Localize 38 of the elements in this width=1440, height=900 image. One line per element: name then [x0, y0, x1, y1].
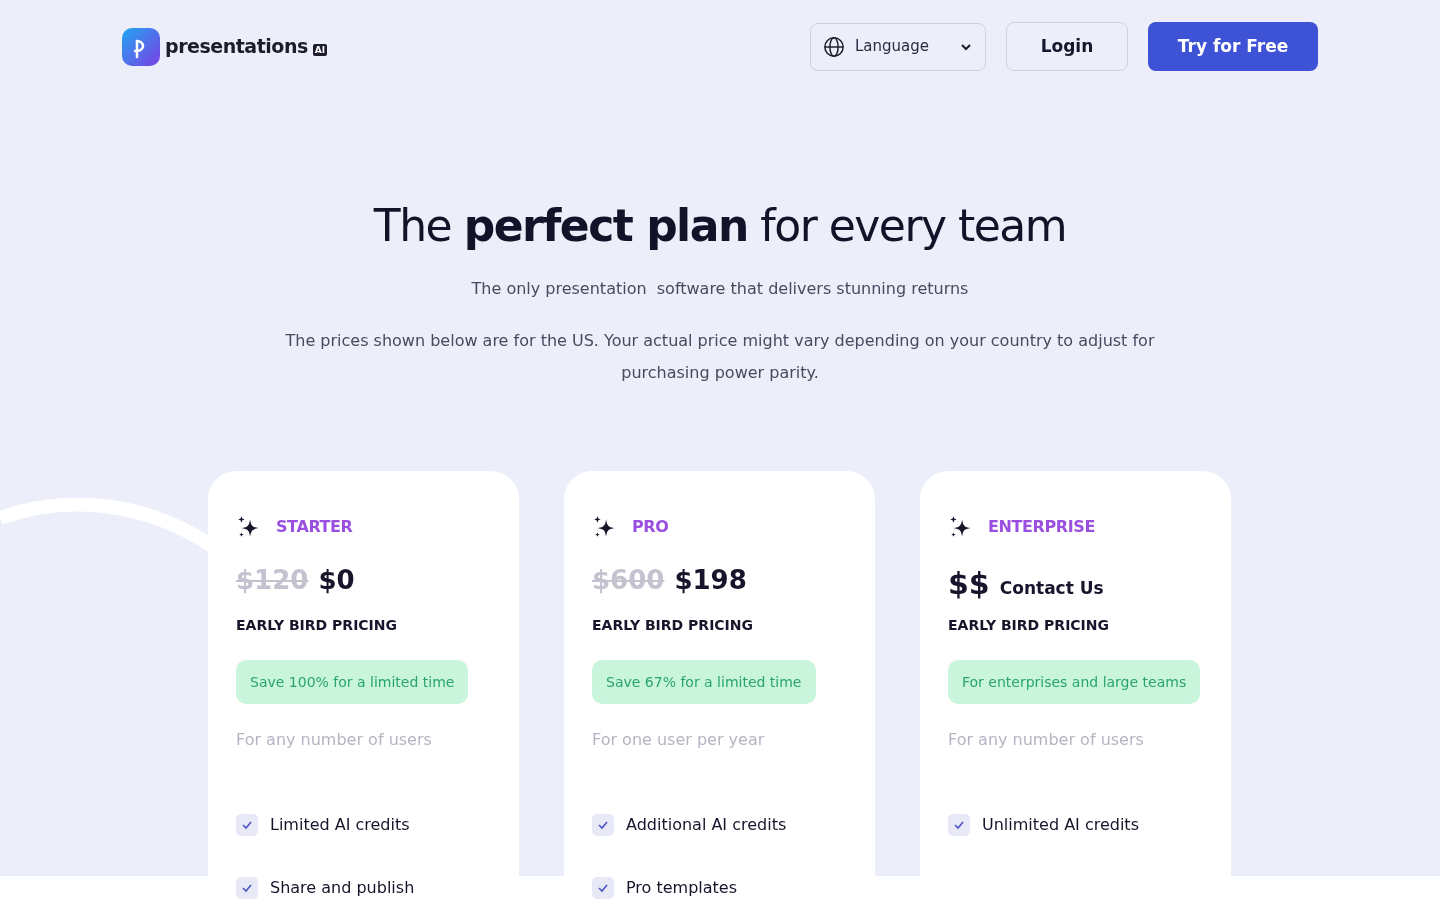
- old-price: $600: [592, 564, 665, 597]
- price: $0: [318, 564, 355, 597]
- check-icon: [953, 819, 965, 831]
- check-icon: [241, 819, 253, 831]
- logo-text: presentations: [165, 34, 308, 60]
- pricing-label: EARLY BIRD PRICING: [236, 616, 399, 635]
- feature-label: Unlimited AI credits: [982, 814, 1139, 836]
- audience-text: For any number of users: [236, 729, 433, 751]
- try-for-free-button[interactable]: Try for Free: [1148, 22, 1318, 71]
- price-symbol: $$: [948, 565, 990, 603]
- plan-name: PRO: [632, 516, 669, 538]
- audience-text: For one user per year: [592, 729, 766, 751]
- logo-badge: AI: [312, 43, 328, 56]
- price: $198: [674, 564, 747, 597]
- savings-badge: For enterprises and large teams: [948, 660, 1201, 704]
- feature-label: Share and publish: [270, 877, 415, 899]
- check-icon: [241, 882, 253, 894]
- plan-name: STARTER: [276, 516, 353, 538]
- contact-us-text: Contact Us: [999, 577, 1104, 600]
- subtitle: The only presentation software that delivers stunning returns: [471, 278, 969, 300]
- audience-text: For any number of users: [948, 729, 1145, 751]
- language-dropdown[interactable]: Language: [810, 22, 986, 71]
- pricing-label: EARLY BIRD PRICING: [592, 616, 755, 635]
- logo-icon: [122, 27, 160, 66]
- savings-badge: Save 100% for a limited time: [236, 660, 469, 704]
- pricing-label: EARLY BIRD PRICING: [948, 616, 1111, 635]
- login-button[interactable]: Login: [1006, 22, 1128, 71]
- check-icon: [597, 882, 609, 894]
- savings-badge: Save 67% for a limited time: [592, 660, 816, 704]
- globe-icon: [823, 35, 845, 58]
- old-price: $120: [236, 564, 309, 597]
- feature-label: Limited AI credits: [270, 814, 410, 836]
- feature-label: Additional AI credits: [626, 814, 787, 836]
- pricing-note: The prices shown below are for the US. Your actual price might vary depending on your country to adjust for purchasing power parity.: [284, 330, 1156, 384]
- page-title: The perfect plan for every team: [373, 199, 1067, 253]
- feature-label: Pro templates: [626, 877, 738, 899]
- plan-name: ENTERPRISE: [988, 516, 1095, 538]
- check-icon: [597, 819, 609, 831]
